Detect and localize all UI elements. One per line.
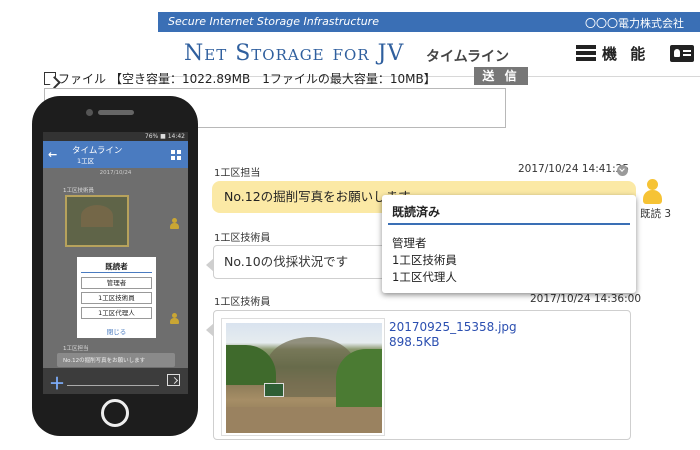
reader-icon[interactable] — [170, 313, 179, 325]
reader-icon[interactable] — [642, 179, 662, 205]
status-bar: 76% ■ 14:42 — [43, 132, 188, 141]
message-bubble: No.10の伐採状況です — [206, 245, 393, 279]
read-count[interactable]: 既読 3 — [640, 206, 671, 221]
reader-name: 1工区技術員 — [81, 292, 152, 304]
post-author: 1工区技術員 — [214, 233, 271, 244]
top-bar: Secure Internet Storage Infrastructure 〇… — [158, 12, 700, 32]
reader-icon[interactable] — [170, 218, 179, 230]
send-button[interactable]: 送 信 — [474, 67, 528, 85]
reader-name: 1工区代理人 — [392, 270, 457, 284]
mobile-photo[interactable] — [65, 195, 129, 247]
function-menu-label: 機 能 — [602, 45, 650, 63]
read-receipt-popup: 既読済み 管理者 1工区技術員 1工区代理人 — [382, 195, 636, 293]
mobile-footer: ＋ — [43, 368, 188, 394]
mobile-subtitle: 1工区 — [77, 157, 95, 165]
mobile-timeline: 2017/10/24 1工区技術員 1工区担当 No.12の掘削写真をお願いしま… — [43, 168, 188, 368]
reader-name: 1工区技術員 — [392, 253, 457, 267]
function-menu-button[interactable]: 機 能 — [576, 43, 649, 64]
list-menu-icon — [576, 45, 596, 62]
close-button[interactable]: 閉じる — [77, 326, 156, 336]
post-timestamp: 2017/10/24 14:41:25 — [518, 163, 630, 175]
reader-name: 管理者 — [392, 236, 427, 250]
file-upload-icon[interactable] — [44, 71, 56, 85]
phone-screen: 76% ■ 14:42 ← タイムライン 1工区 2017/10/24 1工区技… — [43, 132, 188, 394]
plus-icon[interactable]: ＋ — [49, 370, 65, 394]
post-author: 1工区担当 — [214, 168, 261, 179]
mobile-post-author: 1工区担当 — [63, 346, 89, 352]
mobile-message-text: No.12の掘削写真をお願いします — [63, 358, 146, 364]
home-button[interactable] — [101, 399, 129, 427]
post-timestamp: 2017/10/24 14:36:00 — [530, 293, 642, 305]
divider — [388, 223, 630, 225]
mobile-header: ← タイムライン 1工区 — [43, 141, 188, 168]
attachment-thumbnail[interactable] — [221, 318, 385, 436]
divider — [81, 272, 152, 273]
speaker-grille — [98, 110, 134, 115]
reader-name: 1工区代理人 — [81, 307, 152, 319]
chevron-down-icon[interactable] — [617, 165, 628, 176]
photo-image — [226, 323, 382, 433]
camera-icon — [86, 109, 93, 116]
brand-logo[interactable]: Net Storage for JV — [184, 41, 404, 66]
post-author: 1工区技術員 — [214, 297, 271, 308]
file-button-label[interactable]: ファイル — [58, 70, 106, 87]
tagline: Secure Internet Storage Infrastructure — [168, 15, 379, 28]
smartphone: 76% ■ 14:42 ← タイムライン 1工区 2017/10/24 1工区技… — [32, 96, 198, 436]
grid-icon[interactable] — [171, 150, 181, 160]
popup-title: 既読済み — [392, 205, 441, 219]
capacity-info: 【空き容量：1022.89MB 1ファイルの最大容量：10MB】 — [110, 71, 436, 86]
mobile-date: 2017/10/24 — [99, 170, 132, 176]
file-toolbar: ファイル 【空き容量：1022.89MB 1ファイルの最大容量：10MB】 — [44, 68, 506, 88]
attachment-size: 898.5KB — [389, 335, 440, 349]
message-text: No.10の伐採状況です — [224, 254, 349, 269]
page-title: タイムライン — [426, 49, 510, 65]
dialog-title: 既読者 — [105, 262, 128, 271]
mobile-post-author: 1工区技術員 — [63, 188, 94, 194]
id-card-icon[interactable] — [670, 45, 694, 62]
mobile-readers-dialog: 既読者 管理者 1工区技術員 1工区代理人 閉じる — [77, 257, 156, 338]
mobile-message-input[interactable] — [67, 385, 159, 386]
company-name: 〇〇〇電力株式会社 — [585, 17, 684, 30]
back-arrow-icon[interactable]: ← — [48, 148, 57, 161]
reader-name: 管理者 — [81, 277, 152, 289]
send-icon[interactable] — [167, 374, 180, 386]
attachment-filename[interactable]: 20170925_15358.jpg — [389, 320, 517, 334]
